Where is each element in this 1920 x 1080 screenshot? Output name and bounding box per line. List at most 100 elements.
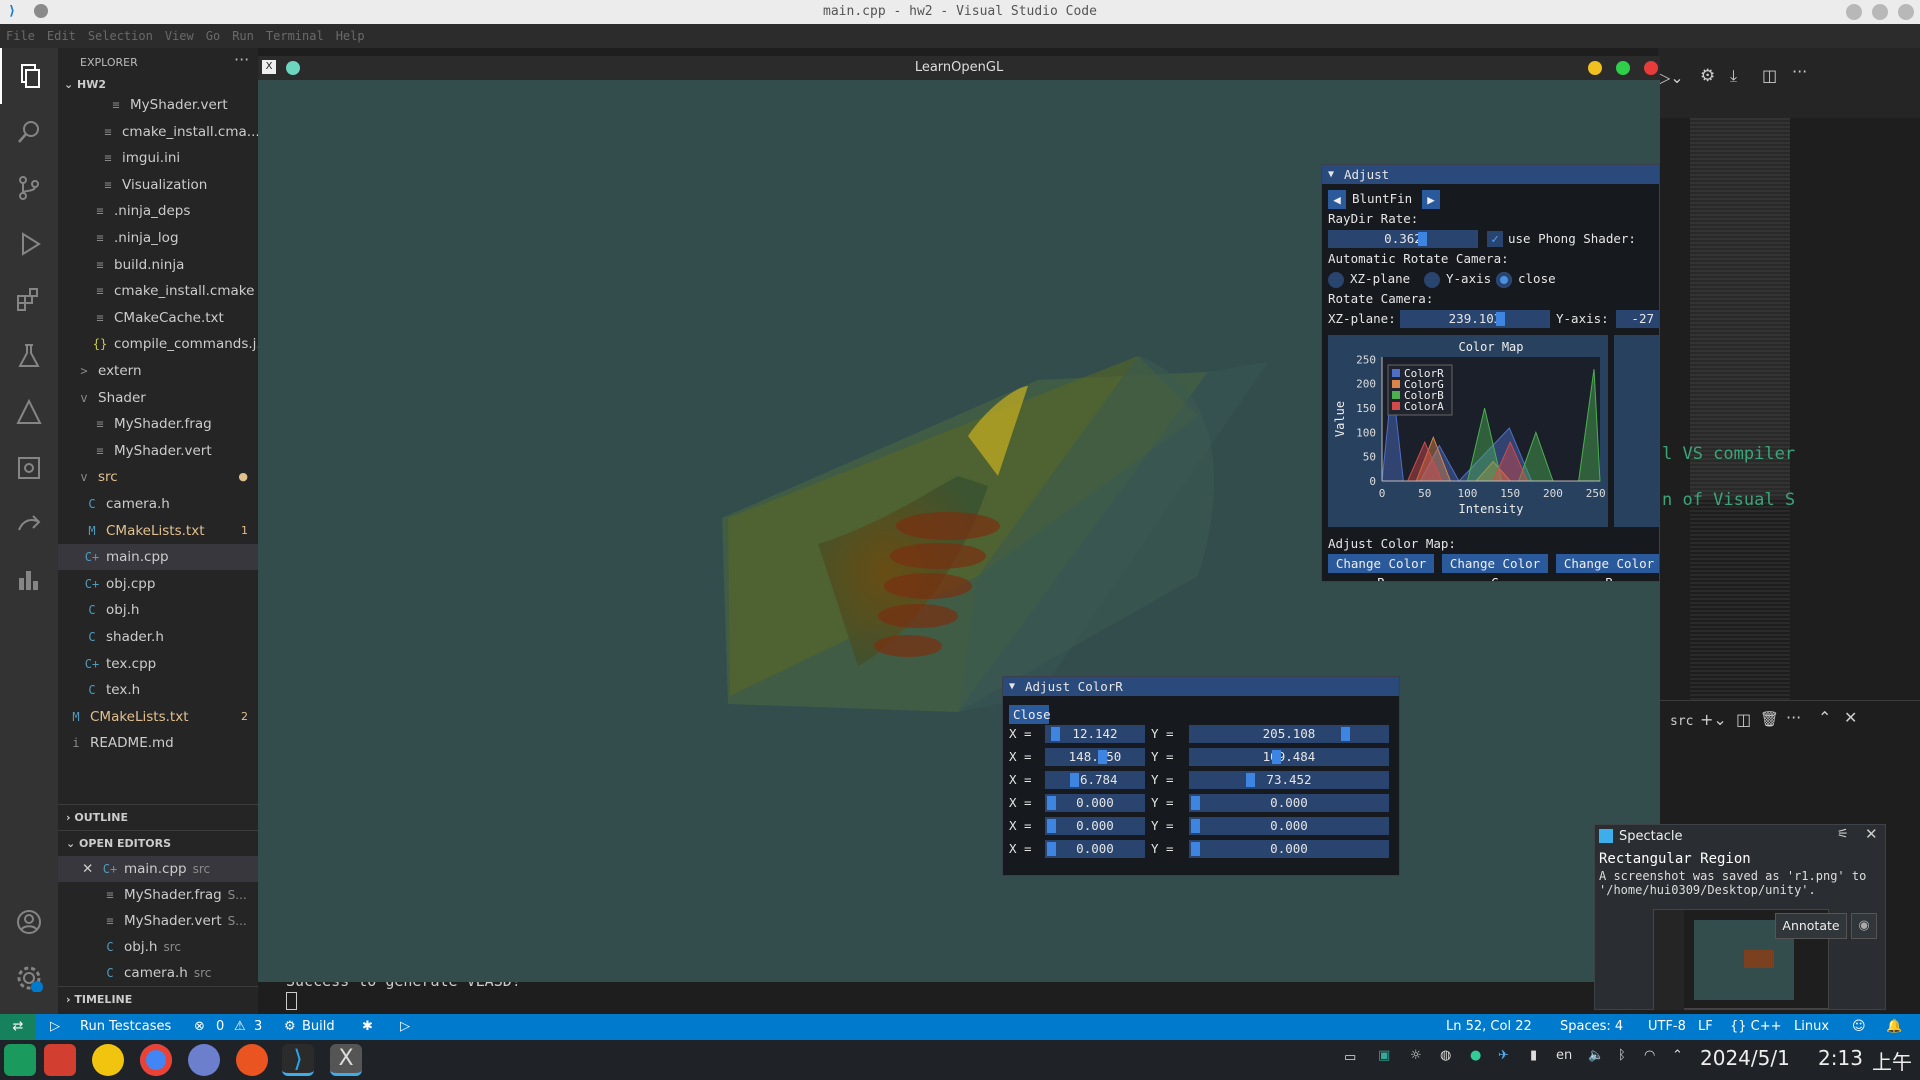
search-icon[interactable] [0, 104, 58, 160]
wifi-icon[interactable]: ◠ [1644, 1048, 1655, 1063]
menu-item-go[interactable]: Go [206, 29, 220, 43]
xz-plane-slider[interactable]: 239.103 [1400, 310, 1550, 328]
tree-item[interactable]: Cobj.h [58, 597, 258, 623]
tree-item[interactable]: ≡ imgui.ini [58, 145, 258, 171]
colorr-y-slider[interactable]: 73.452 [1189, 771, 1389, 789]
colorr-y-slider[interactable]: 0.000 [1189, 817, 1389, 835]
gl-minimize-button[interactable] [1588, 61, 1602, 75]
end-of-line[interactable]: LF [1698, 1014, 1713, 1040]
vpn-icon[interactable]: ● [1470, 1048, 1481, 1063]
tree-item[interactable]: ≡ CMakeCache.txt [58, 305, 258, 331]
charts-icon[interactable] [0, 552, 58, 608]
tree-item[interactable]: ≡ MyShader.vert [58, 92, 258, 118]
colorr-x-grabber[interactable] [1098, 750, 1108, 764]
warnings-icon[interactable]: ⚠ [234, 1014, 246, 1040]
close-colorr-button[interactable]: Close [1009, 705, 1051, 724]
remote-explorer-icon[interactable] [0, 440, 58, 496]
tree-item[interactable]: v Shader [58, 385, 258, 411]
colorr-y-grabber[interactable] [1245, 773, 1255, 787]
open-editor-item[interactable]: Cobj.h src [58, 934, 258, 960]
colorr-x-grabber[interactable] [1051, 727, 1061, 741]
debug-icon[interactable]: ✱ [362, 1014, 373, 1040]
tree-item[interactable]: ≡ MyShader.frag [58, 411, 258, 437]
radio-y-axis[interactable] [1424, 272, 1440, 288]
notifications-icon[interactable]: ☼ [1410, 1048, 1422, 1063]
menu-item-view[interactable]: View [165, 29, 194, 43]
menu-item-run[interactable]: Run [232, 29, 254, 43]
tree-item[interactable]: M CMakeLists.txt 1 [58, 518, 258, 544]
run-debug-icon[interactable] [0, 216, 58, 272]
menu-item-selection[interactable]: Selection [88, 29, 153, 43]
colorr-y-grabber[interactable] [1191, 842, 1200, 856]
trash-icon[interactable]: 🗑 [1760, 710, 1779, 728]
more-actions-icon[interactable]: ··· [234, 50, 249, 69]
chrome-icon[interactable] [140, 1044, 172, 1076]
feedback-icon[interactable]: ☺ [1852, 1014, 1866, 1040]
tree-item[interactable]: C+ obj.cpp [58, 571, 258, 597]
tree-item[interactable]: ≡ .ninja_deps [58, 198, 258, 224]
encoding[interactable]: UTF-8 [1648, 1014, 1686, 1040]
explorer-icon[interactable] [0, 48, 58, 104]
colorr-x-grabber[interactable] [1047, 842, 1056, 856]
xz-plane-grabber[interactable] [1496, 312, 1505, 326]
download-icon[interactable]: ⤓ [1730, 66, 1737, 86]
raydir-slider[interactable]: 0.362 [1328, 230, 1478, 248]
run-testcases-button[interactable]: Run Testcases [80, 1014, 171, 1040]
tree-item[interactable]: Ccamera.h [58, 491, 258, 517]
tree-item[interactable]: Ctex.h [58, 677, 258, 703]
vscode-taskbar-icon[interactable]: ⟩ [282, 1044, 314, 1076]
raydir-grabber[interactable] [1418, 232, 1427, 246]
colorr-x-grabber[interactable] [1069, 773, 1079, 787]
next-dataset-button[interactable]: ▶ [1422, 190, 1440, 209]
updates-icon[interactable]: ◍ [1440, 1048, 1451, 1063]
terminal-tab-label[interactable]: src [1670, 714, 1693, 729]
explorer-root-folder[interactable]: ⌄ HW2 [64, 78, 106, 91]
change-color-r-button[interactable]: Change Color R [1328, 554, 1434, 581]
cmake-icon[interactable] [0, 384, 58, 440]
tree-item[interactable]: ≡ build.ninja [58, 252, 258, 278]
app-trash-icon[interactable] [44, 1044, 76, 1076]
account-icon[interactable] [0, 894, 58, 950]
tree-item[interactable]: v src ● [58, 464, 258, 490]
indentation[interactable]: Spaces: 4 [1560, 1014, 1623, 1040]
colorr-x-grabber[interactable] [1047, 819, 1056, 833]
extensions-icon[interactable] [0, 272, 58, 328]
annotate-button[interactable]: Annotate [1775, 913, 1847, 939]
x11-taskbar-icon[interactable]: X [330, 1044, 362, 1076]
tree-item[interactable]: ≡ .ninja_log [58, 225, 258, 251]
change-color-b-button[interactable]: Change Color B [1556, 554, 1659, 581]
menu-item-file[interactable]: File [6, 29, 35, 43]
bluetooth-icon[interactable]: ᛒ [1618, 1048, 1626, 1063]
colorr-y-slider[interactable]: 0.000 [1189, 794, 1389, 812]
open-editor-item[interactable]: ≡ MyShader.vert S... [58, 908, 258, 934]
colorr-y-grabber[interactable] [1341, 727, 1351, 741]
lang-indicator[interactable]: en [1556, 1048, 1572, 1063]
phong-checkbox[interactable]: ✓ [1487, 231, 1503, 247]
build-gear-icon[interactable]: ⚙ [284, 1014, 296, 1040]
settings-gear-icon[interactable] [0, 950, 58, 1006]
testing-icon[interactable] [0, 328, 58, 384]
notification-close-icon[interactable]: ✕ [1865, 825, 1878, 843]
panel-more-icon[interactable]: ··· [1786, 708, 1801, 727]
tree-item[interactable]: C+ main.cpp [58, 544, 258, 571]
colorr-x-slider[interactable]: 148.750 [1045, 748, 1145, 766]
battery-icon[interactable]: ▮ [1530, 1048, 1537, 1063]
error-count[interactable]: 0 [216, 1014, 224, 1040]
colorr-y-grabber[interactable] [1191, 819, 1200, 833]
radio-close[interactable] [1496, 272, 1512, 288]
tree-item[interactable]: C+ tex.cpp [58, 651, 258, 677]
clock-ampm[interactable]: 上午 [1872, 1046, 1912, 1075]
menu-item-edit[interactable]: Edit [47, 29, 76, 43]
clock-time[interactable]: 2:13 [1818, 1046, 1863, 1070]
open-editors-section[interactable]: ⌄ OPEN EDITORS [58, 830, 258, 856]
colorr-x-grabber[interactable] [1047, 796, 1056, 810]
cursor-position[interactable]: Ln 52, Col 22 [1446, 1014, 1532, 1040]
split-editor-icon[interactable]: ◫ [1762, 66, 1777, 85]
colorr-y-grabber[interactable] [1191, 796, 1200, 810]
editor-more-icon[interactable]: ··· [1792, 62, 1807, 81]
tree-item[interactable]: i README.md [58, 730, 258, 756]
split-terminal-icon[interactable]: ◫ [1736, 710, 1751, 729]
tree-item[interactable]: Cshader.h [58, 624, 258, 650]
colorr-y-slider[interactable]: 109.484 [1189, 748, 1389, 766]
remote-indicator-icon[interactable]: ⇄ [0, 1014, 36, 1040]
